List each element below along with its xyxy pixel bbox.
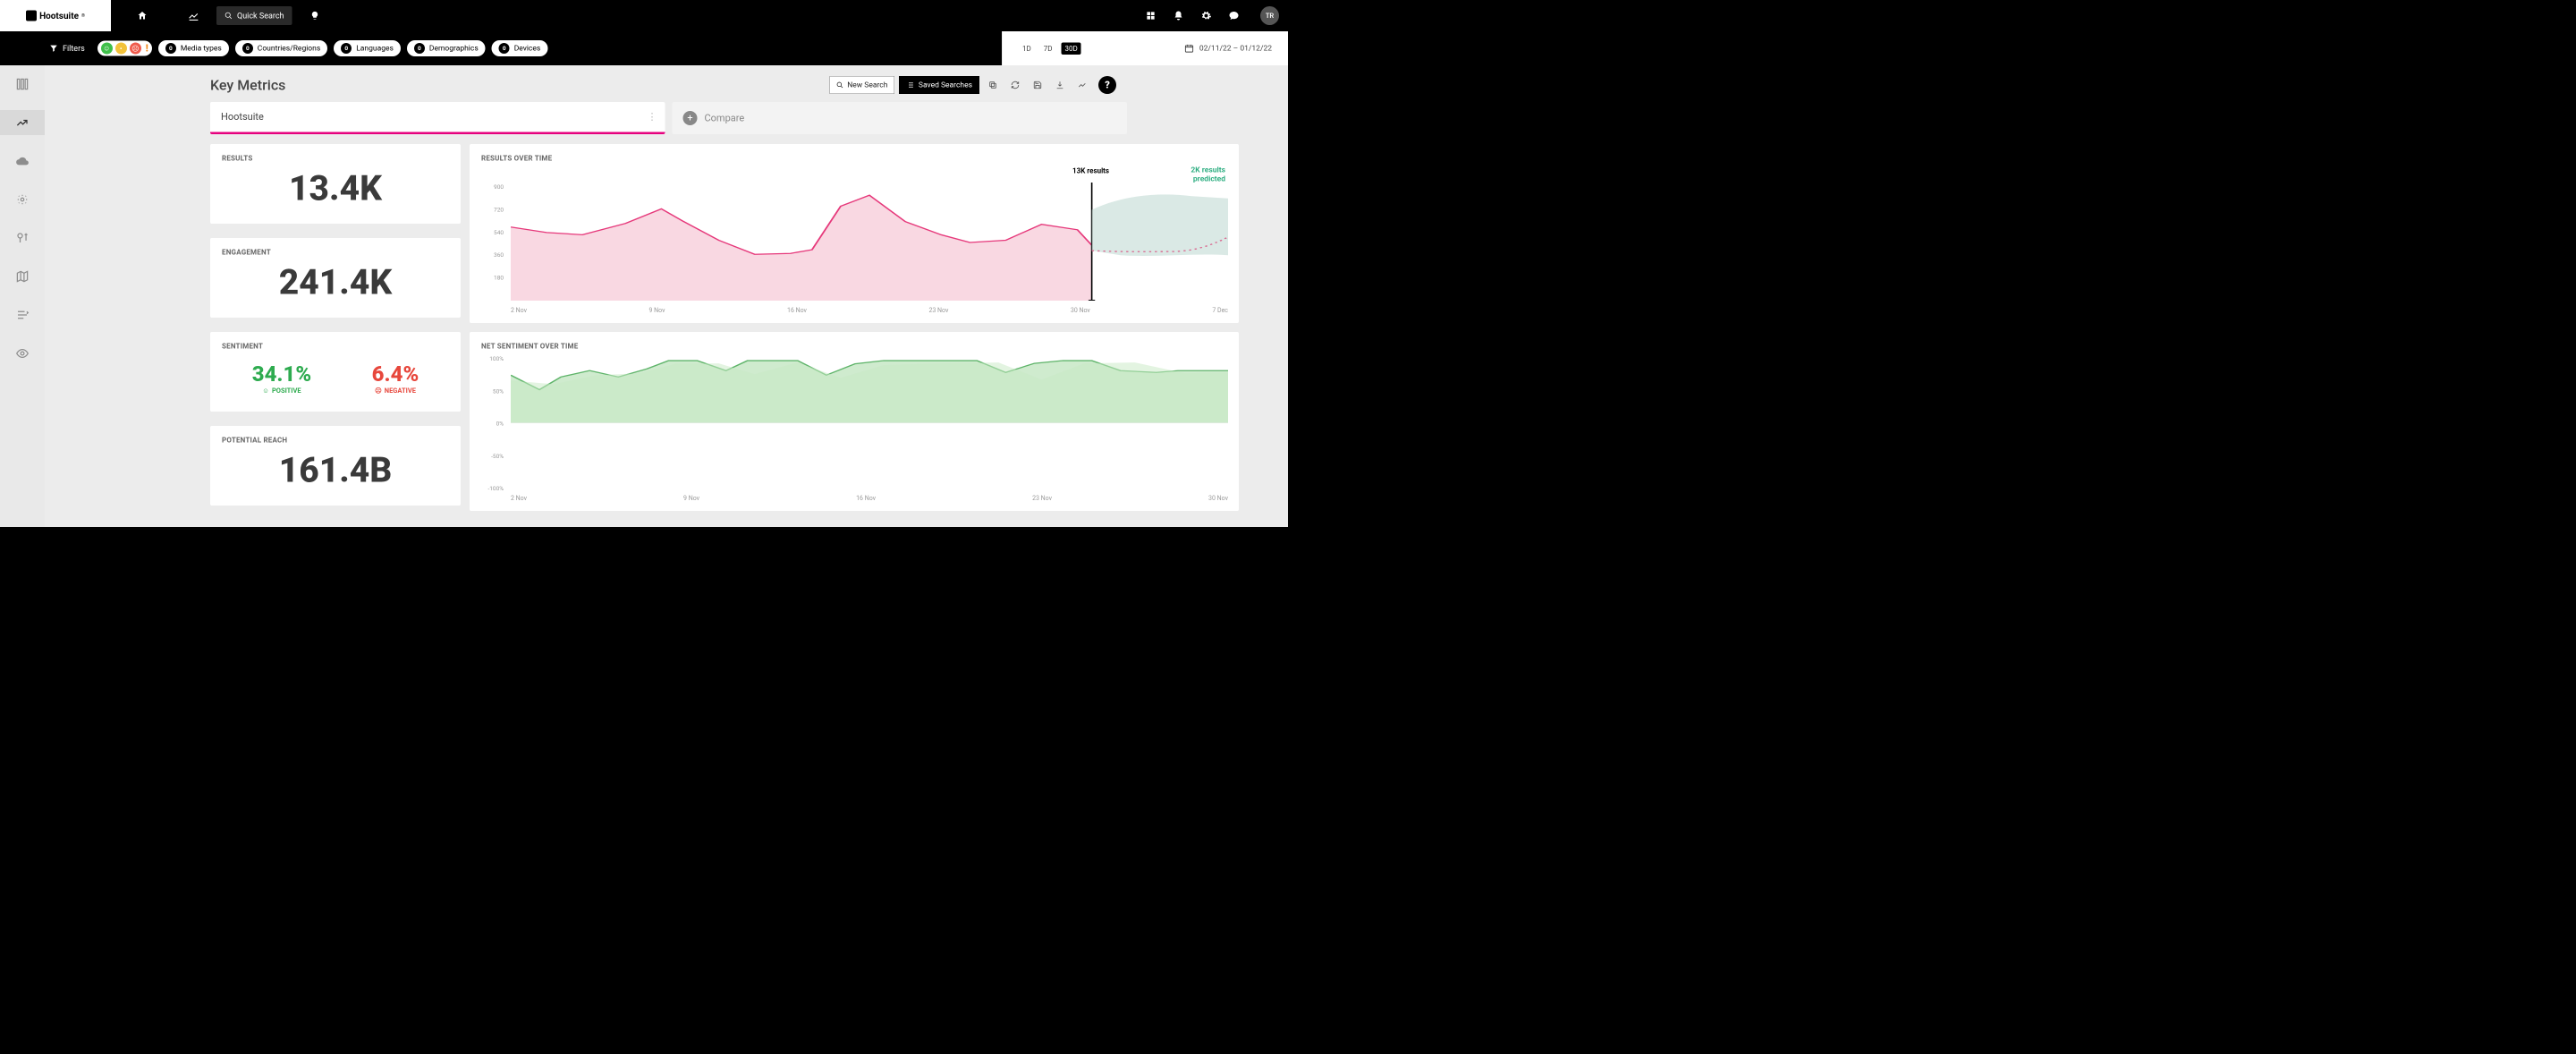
owl-icon (26, 11, 37, 21)
refresh-icon (1011, 81, 1020, 89)
compare-label: Compare (705, 113, 745, 124)
top-bar: Hootsuite ® Quick Search TR (0, 0, 1288, 31)
rail-analytics[interactable] (0, 110, 45, 135)
refresh-button[interactable] (1006, 76, 1024, 94)
chat-icon[interactable] (1228, 10, 1240, 21)
rail-lights[interactable] (0, 187, 45, 212)
results-x-axis: 2 Nov 9 Nov 16 Nov 23 Nov 30 Nov 7 Dec (511, 307, 1228, 314)
sentiment-positive-value: 34.1% (252, 361, 311, 387)
frown-icon: ☹ (375, 387, 382, 395)
negative-face-icon: ☹ (130, 43, 141, 55)
help-button[interactable]: ? (1098, 76, 1116, 94)
download-icon (1055, 81, 1064, 89)
saved-searches-button[interactable]: Saved Searches (899, 76, 979, 94)
results-card: RESULTS 13.4K (210, 144, 461, 224)
new-search-button[interactable]: New Search (830, 76, 894, 94)
notifications-icon[interactable] (1173, 10, 1184, 21)
apps-icon[interactable] (1145, 10, 1157, 21)
sentiment-negative-label: ☹NEGATIVE (372, 387, 419, 395)
filters-toggle[interactable]: Filters (49, 44, 85, 54)
reach-card: POTENTIAL REACH 161.4B (210, 426, 461, 506)
filter-pill-countries[interactable]: 0Countries/Regions (235, 40, 327, 56)
brand-logo[interactable]: Hootsuite ® (0, 0, 111, 31)
filter-pill-devices[interactable]: 0Devices (492, 40, 548, 56)
sentiment-chart-title: NET SENTIMENT OVER TIME (481, 342, 1227, 351)
rail-demographics[interactable] (0, 225, 45, 251)
results-value: 13.4K (289, 171, 382, 208)
user-avatar[interactable]: TR (1260, 6, 1279, 25)
results-over-time-card: RESULTS OVER TIME 13K results 2K results… (470, 144, 1239, 323)
net-sentiment-card: NET SENTIMENT OVER TIME 100% 50% 0% -50%… (470, 332, 1239, 511)
sentiment-chart-body (511, 357, 1228, 489)
rail-list[interactable] (0, 302, 45, 327)
smile-icon: ☺ (262, 387, 269, 395)
range-7d[interactable]: 7D (1040, 42, 1056, 55)
add-icon: + (683, 111, 698, 125)
left-rail (0, 65, 45, 527)
bulb-icon (310, 11, 320, 21)
search-term-tab[interactable]: Hootsuite ⋮ (210, 102, 665, 134)
search-icon (225, 12, 233, 20)
quick-search[interactable]: Quick Search (216, 6, 292, 25)
filter-pill-demographics[interactable]: 0Demographics (407, 40, 486, 56)
rail-preview[interactable] (0, 341, 45, 366)
rail-streams[interactable] (0, 72, 45, 97)
alert-icon: ! (146, 43, 148, 55)
list-icon (906, 81, 914, 89)
sentiment-x-axis: 2 Nov 9 Nov 16 Nov 23 Nov 30 Nov (511, 495, 1228, 502)
sentiment-y-axis: 100% 50% 0% -50% -100% (485, 359, 507, 489)
engagement-card: ENGAGEMENT 241.4K (210, 238, 461, 318)
main-content: Key Metrics New Search Saved Searches ? … (45, 65, 1288, 527)
save-button[interactable] (1029, 76, 1046, 94)
calendar-icon (1184, 44, 1194, 54)
neutral-face-icon: • (115, 43, 127, 55)
rail-cloud[interactable] (0, 149, 45, 174)
analytics-nav[interactable] (174, 0, 214, 31)
sentiment-filter-chip[interactable]: ☺ • ☹ ! (97, 41, 152, 56)
date-range-text: 02/11/22 – 01/12/22 (1199, 44, 1272, 53)
engagement-value: 241.4K (279, 265, 392, 302)
results-chart-title: RESULTS OVER TIME (481, 154, 1227, 163)
filter-pill-media[interactable]: 0Media types (158, 40, 229, 56)
results-chart-body (511, 183, 1228, 301)
hints-nav[interactable] (295, 0, 335, 31)
results-annot-right: 2K results predicted (1191, 166, 1225, 183)
results-label: RESULTS (222, 154, 449, 163)
save-icon (1033, 81, 1042, 89)
date-range-picker[interactable]: 02/11/22 – 01/12/22 (1184, 44, 1272, 54)
sentiment-card: SENTIMENT 34.1% ☺POSITIVE 6.4% ☹NEGATIVE (210, 332, 461, 412)
search-icon (836, 81, 843, 89)
sentiment-label: SENTIMENT (222, 342, 449, 351)
reach-value: 161.4B (279, 453, 393, 490)
range-1d[interactable]: 1D (1019, 42, 1035, 55)
sentiment-negative-value: 6.4% (372, 361, 419, 387)
trend-icon (1078, 81, 1087, 89)
home-button[interactable] (111, 0, 174, 31)
trend-icon (188, 10, 199, 21)
compare-tab[interactable]: + Compare (673, 102, 1128, 134)
copy-button[interactable] (984, 76, 1002, 94)
download-button[interactable] (1051, 76, 1069, 94)
funnel-icon (49, 44, 58, 53)
home-icon (137, 11, 148, 21)
tab-menu-icon[interactable]: ⋮ (648, 112, 657, 123)
search-term-label: Hootsuite (221, 112, 264, 123)
filter-pill-languages[interactable]: 0Languages (334, 40, 401, 56)
page-title: Key Metrics (210, 77, 285, 94)
engagement-label: ENGAGEMENT (222, 248, 449, 257)
results-annot-left: 13K results (1072, 166, 1109, 175)
copy-icon (988, 81, 997, 89)
reach-label: POTENTIAL REACH (222, 436, 449, 445)
trend-button[interactable] (1073, 76, 1091, 94)
settings-icon[interactable] (1200, 10, 1212, 21)
results-y-axis: 900 720 540 360 180 (485, 187, 507, 301)
question-icon: ? (1105, 80, 1110, 91)
sentiment-positive-label: ☺POSITIVE (252, 387, 311, 395)
quick-search-label: Quick Search (237, 11, 284, 21)
range-30d[interactable]: 30D (1062, 42, 1081, 55)
positive-face-icon: ☺ (101, 43, 113, 55)
rail-map[interactable] (0, 264, 45, 289)
brand-name: Hootsuite (39, 11, 79, 21)
date-range-panel: 1D 7D 30D 02/11/22 – 01/12/22 (1002, 31, 1288, 65)
